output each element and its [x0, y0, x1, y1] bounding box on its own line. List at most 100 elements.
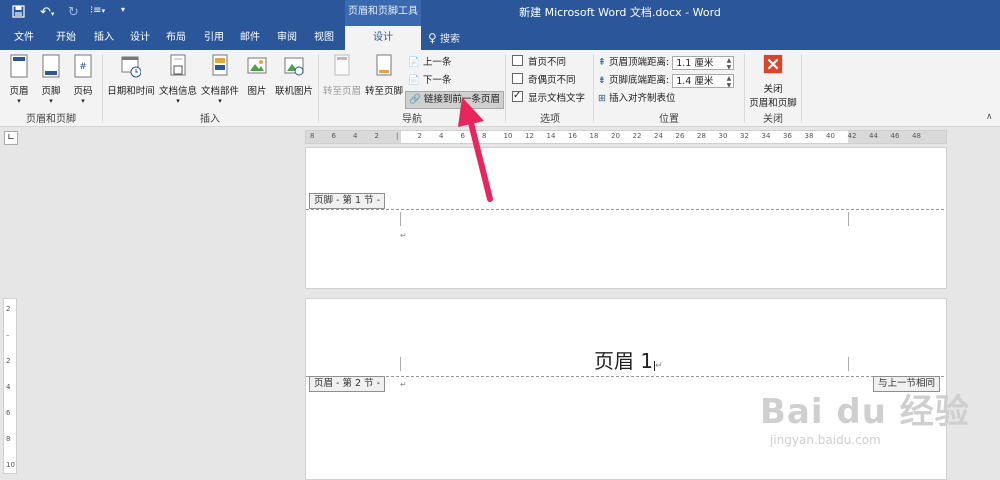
dropdown-arrow-icon: ▾: [81, 97, 85, 105]
close-icon: [763, 54, 783, 74]
ruler-tick-label: 2: [374, 132, 379, 140]
link-icon: 🔗: [409, 94, 421, 105]
context-tool-title: 页眉和页脚工具: [345, 0, 421, 26]
customize-list-icon[interactable]: ⁝≡▾: [90, 5, 105, 16]
header-top-distance-row: ⇞ 页眉顶端距离: 1.1 厘米 ▲ ▼: [598, 55, 735, 71]
paragraph-mark: ↵: [400, 380, 407, 389]
ruler-tick-label: 20: [611, 132, 620, 140]
footer-bottom-distance-input[interactable]: 1.4 厘米 ▲ ▼: [672, 73, 735, 89]
show-document-text-option[interactable]: 显示文档文字: [512, 88, 585, 107]
different-odd-even-checkbox[interactable]: [512, 73, 523, 84]
header-top-distance-input[interactable]: 1.1 厘米 ▲ ▼: [672, 55, 735, 71]
group-divider: [318, 54, 319, 122]
qat-more-icon[interactable]: ▾: [121, 5, 125, 14]
vertical-ruler-tick-label: –: [6, 331, 10, 339]
ruler-tick-label: 44: [869, 132, 878, 140]
footer-section-1-tag: 页脚 - 第 1 节 -: [309, 193, 385, 209]
vertical-ruler[interactable]: 2 – 2 4 6 8 10: [3, 298, 17, 474]
window-title: 新建 Microsoft Word 文档.docx - Word: [519, 6, 721, 19]
ruler-tick-label: 16: [568, 132, 577, 140]
ruler-tick-label: 6: [331, 132, 336, 140]
header-button[interactable]: 页眉 ▾: [6, 54, 32, 105]
ruler-tick-label: 4: [353, 132, 358, 140]
tab-file[interactable]: 文件: [6, 26, 42, 50]
goto-footer-button[interactable]: 转至页脚: [364, 54, 404, 97]
header-section-2-tag: 页眉 - 第 2 节 -: [309, 376, 385, 392]
vertical-ruler-tick-label: 8: [6, 435, 11, 443]
spinner-arrows-icon[interactable]: ▲ ▼: [727, 57, 732, 71]
tab-view[interactable]: 视图: [306, 26, 342, 50]
header-content-text[interactable]: 页眉 1 ↵: [594, 345, 663, 374]
ruler-tick-label: 2: [417, 132, 422, 140]
page-number-button[interactable]: # 页码 ▾: [70, 54, 96, 105]
ruler-tick-label: 28: [697, 132, 706, 140]
tab-home[interactable]: 开始: [48, 26, 84, 50]
ruler-tick-label: 38: [804, 132, 814, 140]
ruler-tick-label: 42: [847, 132, 857, 140]
different-first-page-checkbox[interactable]: [512, 55, 523, 66]
header-icon: [10, 54, 28, 78]
footer-boundary-line: [306, 209, 944, 210]
tab-review[interactable]: 审阅: [269, 26, 305, 50]
margin-corner-mark: [848, 212, 849, 226]
ruler-tick-label: |: [396, 132, 399, 140]
baidu-watermark: Bai du 经验 jingyan.baidu.com: [760, 384, 970, 447]
different-first-page-option[interactable]: 首页不同: [512, 55, 566, 71]
ruler-tick-label: 40: [826, 132, 835, 140]
page-1[interactable]: [305, 147, 947, 289]
tab-selector-icon[interactable]: ∟: [4, 131, 18, 145]
tab-insert[interactable]: 插入: [86, 26, 122, 50]
dropdown-arrow-icon: ▾: [17, 97, 21, 105]
undo-icon[interactable]: ↶▾: [40, 5, 54, 20]
tab-references[interactable]: 引用: [196, 26, 232, 50]
spinner-arrows-icon[interactable]: ▲ ▼: [727, 75, 732, 89]
group-divider: [593, 54, 594, 122]
tab-layout[interactable]: 布局: [158, 26, 194, 50]
previous-button[interactable]: 📄 上一条: [408, 55, 451, 71]
insert-alignment-tab-button[interactable]: ⊞ 插入对齐制表位: [598, 91, 676, 107]
picture-button[interactable]: 图片: [244, 54, 270, 97]
previous-icon: 📄: [408, 57, 420, 68]
margin-corner-mark: [400, 357, 401, 371]
footer-icon: [42, 54, 60, 78]
online-picture-button[interactable]: 联机图片: [274, 54, 314, 97]
horizontal-ruler[interactable]: 8 6 4 2 | 2 4 6 8 10 12 14 16 18 20 22 24 26 28 30 32 34 36 38 4…: [305, 130, 947, 144]
group-label-position: 位置: [659, 114, 679, 125]
different-odd-even-option[interactable]: 奇偶页不同: [512, 73, 576, 89]
vertical-ruler-tick-label: 2: [6, 357, 11, 365]
goto-header-button[interactable]: 转至页眉: [322, 54, 362, 97]
group-label-close: 关闭: [763, 114, 783, 125]
tab-header-footer-design[interactable]: 设计: [345, 26, 421, 50]
next-button[interactable]: 📄 下一条: [408, 73, 451, 89]
ruler-tick-label: 18: [589, 132, 599, 140]
redo-icon[interactable]: ↻: [68, 5, 79, 20]
search-label: 搜索: [439, 34, 460, 45]
margin-corner-mark: [848, 357, 849, 371]
tab-design[interactable]: 设计: [122, 26, 158, 50]
ruler-tick-label: 24: [654, 132, 663, 140]
save-icon[interactable]: [12, 5, 25, 22]
watermark-brand: Bai du 经验: [760, 392, 970, 432]
text-cursor: ↵: [654, 361, 663, 371]
ruler-tick-label: 30: [718, 132, 728, 140]
footer-distance-icon: ⇟: [598, 75, 606, 86]
footer-button[interactable]: 页脚 ▾: [38, 54, 64, 105]
group-divider: [744, 54, 745, 122]
vertical-ruler-tick-label: 4: [6, 383, 11, 391]
collapse-ribbon-icon[interactable]: ∧: [986, 112, 993, 122]
group-label-insert: 插入: [200, 114, 220, 125]
close-header-footer-button[interactable]: 关闭 页眉和页脚: [748, 54, 798, 109]
picture-icon: [247, 57, 267, 74]
tell-me-search[interactable]: ♀ 搜索: [428, 26, 460, 50]
ruler-tick-label: 34: [761, 132, 771, 140]
date-time-button[interactable]: 日期和时间: [106, 54, 156, 97]
calendar-clock-icon: [121, 56, 142, 78]
vertical-ruler-tick-label: 10: [6, 461, 15, 469]
doc-parts-button[interactable]: 文档部件 ▾: [200, 54, 240, 105]
doc-info-button[interactable]: 文档信息 ▾: [158, 54, 198, 105]
group-divider: [102, 54, 103, 122]
ruler-tick-label: 14: [546, 132, 556, 140]
tab-mailings[interactable]: 邮件: [232, 26, 268, 50]
dropdown-arrow-icon: ▾: [49, 97, 53, 105]
ruler-tick-label: 26: [675, 132, 685, 140]
